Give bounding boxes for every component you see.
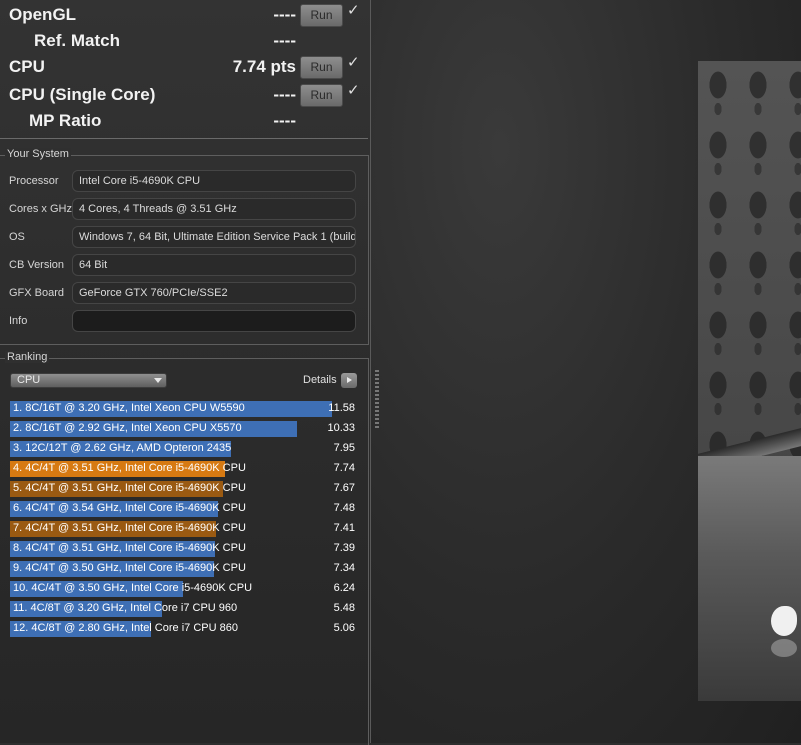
ranking-row[interactable]: 3. 12C/12T @ 2.62 GHz, AMD Opteron 2435 7… (10, 441, 358, 457)
ranking-text: 3. 12C/12T @ 2.62 GHz, AMD Opteron 2435 (13, 442, 232, 454)
sys-label: Info (9, 315, 28, 327)
ranking-score: 5.48 (333, 602, 355, 614)
ranking-row[interactable]: 9. 4C/4T @ 3.50 GHz, Intel Core i5-4690K… (10, 561, 358, 577)
ranking-text: 12. 4C/8T @ 2.80 GHz, Intel Core i7 CPU … (13, 622, 238, 634)
sys-row-processor: Processor Intel Core i5-4690K CPU (0, 170, 368, 194)
bench-label: Ref. Match (34, 31, 120, 50)
details-label: Details (303, 374, 337, 386)
ranking-row[interactable]: 4. 4C/4T @ 3.51 GHz, Intel Core i5-4690K… (10, 461, 358, 477)
dropdown-value: CPU (17, 374, 41, 386)
ranking-row[interactable]: 8. 4C/4T @ 3.51 GHz, Intel Core i5-4690K… (10, 541, 358, 557)
panel-splitter-handle[interactable] (375, 370, 379, 430)
bench-label: OpenGL (9, 5, 77, 24)
run-opengl-button[interactable]: Run (300, 4, 343, 27)
chevron-down-icon (154, 378, 162, 383)
ranking-row[interactable]: 12. 4C/8T @ 2.80 GHz, Intel Core i7 CPU … (10, 621, 358, 637)
checkmark-icon[interactable]: ✓ (347, 83, 361, 98)
bench-label: CPU (9, 57, 45, 76)
ranking-text: 11. 4C/8T @ 3.20 GHz, Intel Core i7 CPU … (13, 602, 238, 614)
bench-row-cpu: CPU 7.74 pts Run ✓ (0, 54, 368, 80)
ranking-score: 7.74 (333, 462, 355, 474)
ranking-row[interactable]: 5. 4C/4T @ 3.51 GHz, Intel Core i5-4690K… (10, 481, 358, 497)
sys-label: Processor (9, 175, 59, 187)
bench-label: MP Ratio (29, 111, 102, 130)
bench-value: ---- (273, 31, 296, 50)
ranking-score: 6.24 (333, 582, 355, 594)
ranking-score: 7.41 (333, 522, 355, 534)
left-panel: OpenGL ---- Run ✓ Ref. Match ---- CPU 7.… (0, 0, 371, 745)
ranking-text: 2. 8C/16T @ 2.92 GHz, Intel Xeon CPU X55… (13, 422, 242, 434)
section-title: Your System (5, 148, 71, 160)
ranking-score: 11.58 (328, 402, 355, 414)
logo-reflection (771, 639, 797, 657)
cores-field[interactable]: 4 Cores, 4 Threads @ 3.51 GHz (72, 198, 356, 220)
ranking-score: 7.95 (333, 442, 355, 454)
cb-version-field[interactable]: 64 Bit (72, 254, 356, 276)
run-cpu-button[interactable]: Run (300, 56, 343, 79)
sys-row-gfx: GFX Board GeForce GTX 760/PCIe/SSE2 (0, 282, 368, 306)
processor-field[interactable]: Intel Core i5-4690K CPU (72, 170, 356, 192)
ranking-text: 8. 4C/4T @ 3.51 GHz, Intel Core i5-4690K… (13, 542, 246, 554)
run-cpu-single-button[interactable]: Run (300, 84, 343, 107)
bench-label: CPU (Single Core) (9, 85, 156, 104)
benchmark-panel: OpenGL ---- Run ✓ Ref. Match ---- CPU 7.… (0, 0, 368, 139)
sys-row-cores: Cores x GHz 4 Cores, 4 Threads @ 3.51 GH… (0, 198, 368, 222)
ranking-text: 9. 4C/4T @ 3.50 GHz, Intel Core i5-4690K… (13, 562, 246, 574)
ranking-text: 4. 4C/4T @ 3.51 GHz, Intel Core i5-4690K… (13, 462, 246, 474)
section-title: Ranking (5, 351, 50, 363)
ranking-row[interactable]: 10. 4C/4T @ 3.50 GHz, Intel Core i5-4690… (10, 581, 358, 597)
checkmark-icon[interactable]: ✓ (347, 3, 361, 18)
ranking-text: 7. 4C/4T @ 3.51 GHz, Intel Core i5-4690K… (13, 522, 246, 534)
ranking-score: 7.34 (333, 562, 355, 574)
sys-label: GFX Board (9, 287, 65, 299)
bench-row-opengl: OpenGL ---- Run ✓ (0, 2, 368, 28)
ranking-row[interactable]: 11. 4C/8T @ 3.20 GHz, Intel Core i7 CPU … (10, 601, 358, 617)
os-field[interactable]: Windows 7, 64 Bit, Ultimate Edition Serv… (72, 226, 356, 248)
ranking-row[interactable]: 1. 8C/16T @ 3.20 GHz, Intel Xeon CPU W55… (10, 401, 358, 417)
sys-label: Cores x GHz (9, 203, 72, 215)
cinebench-logo-icon (771, 606, 797, 636)
details-button[interactable] (341, 373, 357, 388)
ranking-score: 10.33 (327, 422, 355, 434)
sys-row-os: OS Windows 7, 64 Bit, Ultimate Edition S… (0, 226, 368, 250)
ranking-text: 10. 4C/4T @ 3.50 GHz, Intel Core i5-4690… (13, 582, 253, 594)
ranking-score: 7.39 (333, 542, 355, 554)
bench-row-cpu-single: CPU (Single Core) ---- Run ✓ (0, 82, 368, 108)
ranking-type-dropdown[interactable]: CPU (10, 373, 167, 388)
bench-value: ---- (273, 111, 296, 130)
gfx-board-field[interactable]: GeForce GTX 760/PCIe/SSE2 (72, 282, 356, 304)
bench-row-mp-ratio: MP Ratio ---- (0, 108, 368, 134)
ranking-row[interactable]: 6. 4C/4T @ 3.54 GHz, Intel Core i5-4690K… (10, 501, 358, 517)
bench-value: ---- (273, 5, 296, 24)
ranking-text: 6. 4C/4T @ 3.54 GHz, Intel Core i5-4690K… (13, 502, 246, 514)
ranking-score: 5.06 (333, 622, 355, 634)
ranking-text: 5. 4C/4T @ 3.51 GHz, Intel Core i5-4690K… (13, 482, 246, 494)
ranking-row[interactable]: 7. 4C/4T @ 3.51 GHz, Intel Core i5-4690K… (10, 521, 358, 537)
ranking-row[interactable]: 2. 8C/16T @ 2.92 GHz, Intel Xeon CPU X55… (10, 421, 358, 437)
bench-row-ref-match: Ref. Match ---- (0, 28, 368, 54)
bench-value: ---- (273, 85, 296, 104)
sys-row-cb-version: CB Version 64 Bit (0, 254, 368, 278)
info-field[interactable] (72, 310, 356, 332)
checkmark-icon[interactable]: ✓ (347, 55, 361, 70)
ranking-score: 7.67 (333, 482, 355, 494)
sys-row-info: Info (0, 310, 368, 334)
bench-value: 7.74 pts (232, 57, 296, 76)
your-system-section: Your System Processor Intel Core i5-4690… (0, 148, 369, 345)
ranking-text: 1. 8C/16T @ 3.20 GHz, Intel Xeon CPU W55… (13, 402, 245, 414)
render-preview (698, 61, 801, 701)
sys-label: CB Version (9, 259, 65, 271)
sys-label: OS (9, 231, 25, 243)
render-floor (698, 456, 801, 701)
ranking-score: 7.48 (333, 502, 355, 514)
